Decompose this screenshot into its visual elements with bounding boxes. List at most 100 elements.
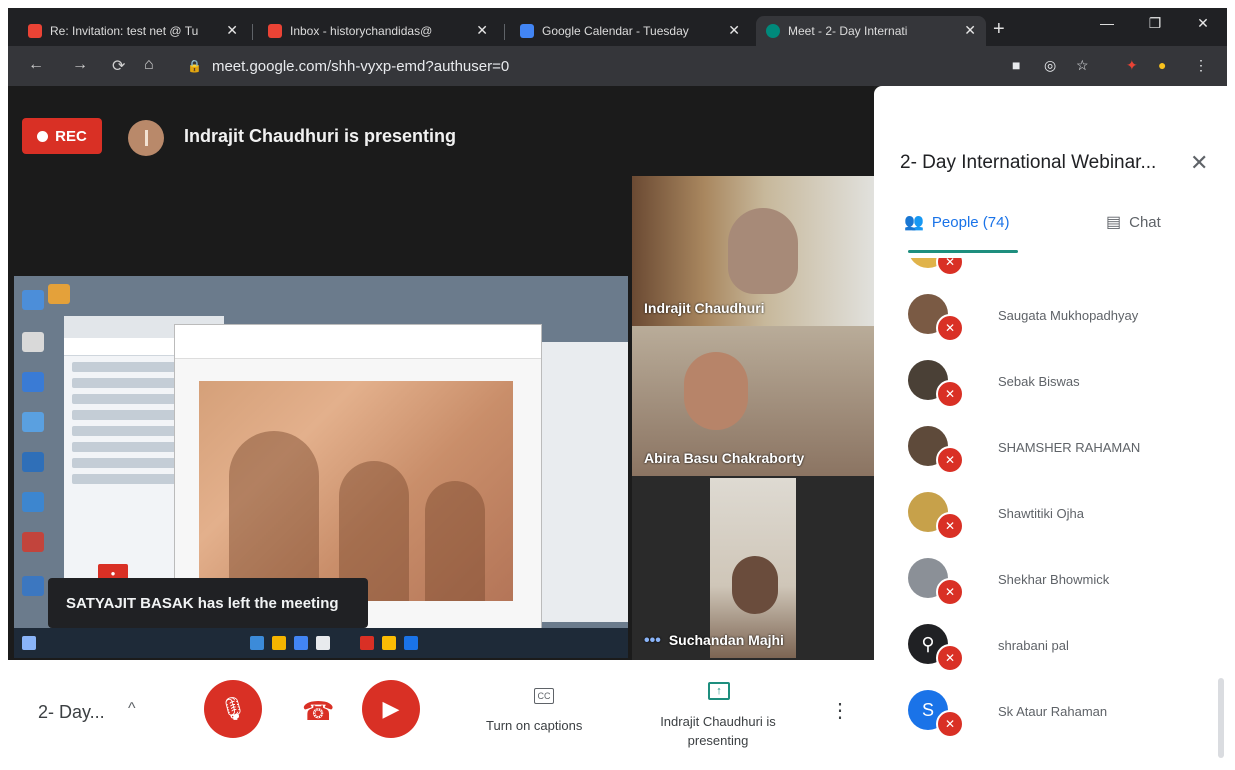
more-options-icon[interactable]: ••• (644, 632, 661, 649)
notification-toast: SATYAJIT BASAK has left the meeting (48, 578, 368, 628)
people-panel: 2- Day International Webinar... ✕ 👥 Peop… (874, 86, 1227, 762)
presenter-avatar (128, 120, 164, 156)
meet-icon (766, 24, 780, 38)
list-item[interactable]: ✕ Shekhar Bhowmick (874, 548, 1227, 614)
people-list[interactable]: ✕ ✕ Saugata Mukhopadhyay ✕ Sebak Biswas … (874, 258, 1227, 762)
participant-name: Indrajit Chaudhuri (644, 300, 765, 316)
reload-icon[interactable]: ⟳ (112, 56, 125, 76)
tab-label: Chat (1129, 213, 1161, 231)
participant-name: Sk Ataur Rahaman (998, 704, 1108, 719)
eye-off-icon[interactable]: ◎ (1044, 57, 1056, 74)
video-tile[interactable]: ••• Suchandan Majhi (632, 476, 874, 660)
close-icon[interactable]: ✕ (476, 22, 488, 39)
captions-icon[interactable]: CC (534, 688, 554, 704)
chat-icon: ▤ (1106, 214, 1122, 231)
tab-title: Re: Invitation: test net @ Tu (50, 24, 199, 38)
browser-window: Re: Invitation: test net @ Tu ✕ Inbox - … (8, 8, 1227, 762)
start-icon (22, 636, 36, 650)
taskbar-app-icon (272, 636, 286, 650)
mic-toggle-button[interactable]: 🎙 (204, 680, 262, 738)
hang-up-button[interactable]: ☎ (302, 696, 334, 727)
forward-icon[interactable]: → (72, 56, 88, 74)
recording-badge: REC (22, 118, 102, 154)
menu-icon[interactable]: ⋮ (1194, 57, 1208, 74)
close-icon[interactable]: ✕ (1190, 150, 1208, 176)
home-icon[interactable]: ⌂ (144, 56, 154, 74)
tab-calendar[interactable]: Google Calendar - Tuesday ✕ (510, 16, 750, 46)
participant-name: Shawtitiki Ojha (998, 506, 1084, 521)
taskbar-app-icon (294, 636, 308, 650)
desktop-shortcut-icon (48, 284, 70, 304)
new-tab-icon[interactable]: + (993, 18, 1005, 41)
list-item[interactable]: ✕ (874, 258, 1227, 284)
mic-off-icon: ✕ (936, 578, 964, 606)
list-item[interactable]: ⚲ ✕ shrabani pal (874, 614, 1227, 680)
tab-invitation[interactable]: Re: Invitation: test net @ Tu ✕ (18, 16, 248, 46)
captions-label[interactable]: Turn on captions (486, 718, 582, 733)
tab-inbox[interactable]: Inbox - historychandidas@ ✕ (258, 16, 498, 46)
tab-chat[interactable]: ▤ Chat (1106, 212, 1161, 232)
list-item[interactable]: ✕ Shawtitiki Ojha (874, 482, 1227, 548)
people-icon: 👥 (904, 214, 924, 231)
record-dot-icon (37, 130, 49, 142)
url-input[interactable]: 🔒 meet.google.com/shh-vyxp-emd?authuser=… (173, 51, 993, 81)
mic-off-icon: 🎙 (219, 696, 247, 721)
close-icon[interactable]: ✕ (728, 22, 740, 39)
gmail-icon (268, 24, 282, 38)
list-item[interactable]: ✕ Saugata Mukhopadhyay (874, 284, 1227, 350)
list-item[interactable]: ✕ Sebak Biswas (874, 350, 1227, 416)
tab-meet[interactable]: Meet - 2- Day Internati ✕ (756, 16, 986, 46)
tab-people[interactable]: 👥 People (74) (904, 212, 1009, 232)
taskbar-app-icon (250, 636, 264, 650)
control-bar: 2- Day... ^ 🎙 ☎ ▶ CC Turn on captions ↑ … (8, 660, 874, 762)
participant-name: SHAMSHER RAHAMAN (998, 440, 1141, 455)
recording-label: REC (55, 127, 87, 145)
close-window-icon[interactable]: ✕ (1179, 8, 1227, 38)
meeting-stage: REC Indrajit Chaudhuri is presenting ● I… (8, 86, 874, 660)
tab-title: Google Calendar - Tuesday (542, 24, 689, 38)
extension-icon[interactable]: ✦ (1126, 57, 1138, 74)
taskbar-app-icon (360, 636, 374, 650)
more-options-icon[interactable]: ⋮ (830, 698, 850, 723)
meeting-details-button[interactable]: 2- Day... (38, 702, 105, 723)
participant-name: Sebak Biswas (998, 374, 1080, 389)
list-item[interactable]: ✕ SHAMSHER RAHAMAN (874, 416, 1227, 482)
taskbar-app-icon (316, 636, 330, 650)
close-icon[interactable]: ✕ (226, 22, 238, 39)
back-icon[interactable]: ← (28, 56, 44, 74)
participant-name: Saugata Mukhopadhyay (998, 308, 1139, 323)
participant-name: Suchandan Majhi (668, 632, 784, 648)
minimize-icon[interactable]: — (1083, 8, 1131, 38)
star-icon[interactable]: ☆ (1076, 57, 1089, 74)
camera-toggle-button[interactable]: ▶ (362, 680, 420, 738)
presenting-label[interactable]: Indrajit Chaudhuri is presenting (648, 712, 788, 750)
desktop-shortcut-icon (22, 532, 44, 552)
chevron-up-icon[interactable]: ^ (128, 700, 136, 718)
mic-off-icon: ✕ (936, 380, 964, 408)
tab-strip: Re: Invitation: test net @ Tu ✕ Inbox - … (8, 8, 1227, 46)
participant-name: Shekhar Bhowmick (998, 572, 1110, 587)
gmail-icon (28, 24, 42, 38)
scrollbar[interactable] (1218, 678, 1224, 758)
camera-icon[interactable]: ■ (1012, 57, 1020, 73)
desktop-shortcut-icon (22, 372, 44, 392)
window-controls: — ❐ ✕ (1083, 8, 1227, 38)
mic-off-icon: ✕ (936, 710, 964, 738)
list-item[interactable]: S ✕ Sk Ataur Rahaman (874, 680, 1227, 746)
taskbar-app-icon (382, 636, 396, 650)
close-icon[interactable]: ✕ (964, 22, 976, 39)
active-tab-indicator (908, 250, 1018, 253)
video-tile[interactable]: Indrajit Chaudhuri (632, 176, 874, 326)
windows-taskbar (14, 628, 628, 658)
mic-off-icon: ✕ (936, 314, 964, 342)
desktop-shortcut-icon (22, 492, 44, 512)
mic-off-icon: ✕ (936, 512, 964, 540)
lock-icon: 🔒 (187, 59, 202, 73)
tab-title: Inbox - historychandidas@ (290, 24, 433, 38)
restore-icon[interactable]: ❐ (1131, 8, 1179, 38)
video-tile[interactable]: Abira Basu Chakraborty (632, 326, 874, 476)
present-icon[interactable]: ↑ (708, 682, 730, 700)
tab-separator (504, 24, 505, 40)
profile-icon[interactable]: ● (1158, 57, 1166, 73)
desktop-shortcut-icon (22, 452, 44, 472)
